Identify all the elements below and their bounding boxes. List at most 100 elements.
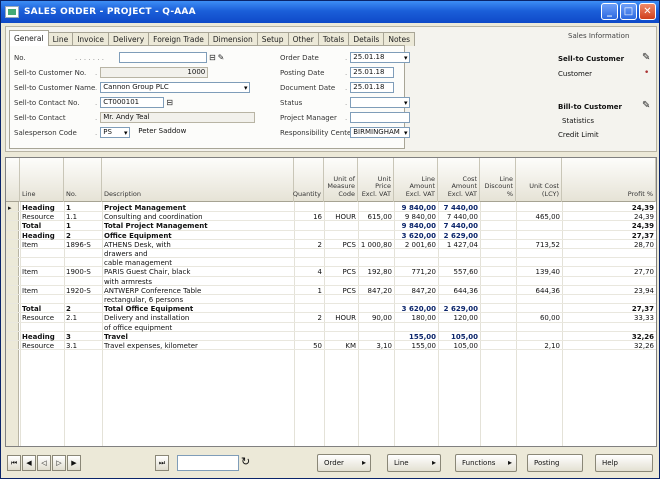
- cell-qty[interactable]: [294, 278, 324, 287]
- cell-price[interactable]: 3,10: [358, 342, 394, 351]
- cell-qty[interactable]: [294, 333, 324, 342]
- cell-uom[interactable]: [324, 305, 358, 314]
- cell-price[interactable]: [358, 222, 394, 231]
- close-button[interactable]: ✕: [639, 3, 656, 20]
- cell-cost[interactable]: [438, 259, 480, 268]
- cell-cost[interactable]: [438, 278, 480, 287]
- record-number-input[interactable]: [177, 455, 239, 471]
- cell-disc[interactable]: [480, 296, 516, 305]
- cell-desc[interactable]: ATHENS Desk, with: [102, 241, 294, 250]
- refresh-icon[interactable]: ↻: [241, 455, 250, 468]
- cell-price[interactable]: [358, 204, 394, 213]
- cell-mark[interactable]: [6, 333, 20, 342]
- cell-type[interactable]: Heading: [20, 333, 64, 342]
- first-record-button[interactable]: ⏮: [7, 455, 21, 471]
- posting-date-field[interactable]: 25.01.18: [350, 67, 395, 78]
- cell-cost[interactable]: 105,00: [438, 342, 480, 351]
- cell-no[interactable]: 2.1: [64, 314, 102, 323]
- column-header-11[interactable]: Profit %: [562, 158, 656, 202]
- side-item-bill-to-customer[interactable]: Bill-to Customer: [558, 103, 622, 111]
- cell-cost[interactable]: 7 440,00: [438, 204, 480, 213]
- cell-ucost[interactable]: 139,40: [516, 268, 562, 277]
- cell-type[interactable]: Item: [20, 287, 64, 296]
- tab-2[interactable]: Invoice: [72, 32, 110, 46]
- cell-amt[interactable]: 771,20: [394, 268, 438, 277]
- cell-uom[interactable]: [324, 250, 358, 259]
- cell-qty[interactable]: 1: [294, 287, 324, 296]
- cell-desc[interactable]: Total Project Management: [102, 222, 294, 231]
- next-page-button[interactable]: ▶: [67, 455, 81, 471]
- cell-price[interactable]: [358, 324, 394, 333]
- cell-price[interactable]: [358, 250, 394, 259]
- cell-desc[interactable]: PARIS Guest Chair, black: [102, 268, 294, 277]
- cell-cost[interactable]: 2 629,00: [438, 305, 480, 314]
- cell-mark[interactable]: [6, 324, 20, 333]
- cell-mark[interactable]: [6, 296, 20, 305]
- chevron-down-icon[interactable]: ▾: [401, 99, 410, 107]
- tab-3[interactable]: Delivery: [108, 32, 150, 46]
- tab-1[interactable]: Line: [47, 32, 74, 46]
- table-row[interactable]: Resource 2.1 Delivery and installation 2 HOU…: [6, 314, 656, 323]
- cell-type[interactable]: Heading: [20, 232, 64, 241]
- cell-profit[interactable]: 27,70: [562, 268, 656, 277]
- cell-mark[interactable]: [6, 287, 20, 296]
- cell-profit[interactable]: 24,39: [562, 222, 656, 231]
- cell-price[interactable]: [358, 232, 394, 241]
- cell-profit[interactable]: 33,33: [562, 314, 656, 323]
- document-date-field[interactable]: 25.01.18: [350, 82, 395, 93]
- prev-record-button[interactable]: ◁: [37, 455, 51, 471]
- cell-profit[interactable]: 28,70: [562, 241, 656, 250]
- table-row[interactable]: Resource 3.1 Travel expenses, kilometer 50 K…: [6, 342, 656, 351]
- title-bar[interactable]: SALES ORDER - PROJECT - Q-AAA _ □ ✕: [1, 1, 659, 23]
- cell-desc[interactable]: Delivery and installation: [102, 314, 294, 323]
- table-row[interactable]: Heading 2 Office Equipment 3 620,00 2 629,00…: [6, 232, 656, 241]
- cell-price[interactable]: [358, 305, 394, 314]
- cell-qty[interactable]: 50: [294, 342, 324, 351]
- cell-mark[interactable]: [6, 222, 20, 231]
- cell-no[interactable]: [64, 324, 102, 333]
- cell-type[interactable]: Item: [20, 268, 64, 277]
- table-row[interactable]: ▸ Heading 1 Project Management 9 840,00 7 440…: [6, 204, 656, 213]
- cell-mark[interactable]: [6, 213, 20, 222]
- cell-uom[interactable]: HOUR: [324, 213, 358, 222]
- cell-no[interactable]: 1920-S: [64, 287, 102, 296]
- cell-price[interactable]: 1 000,80: [358, 241, 394, 250]
- cell-price[interactable]: 90,00: [358, 314, 394, 323]
- cell-desc[interactable]: Office Equipment: [102, 232, 294, 241]
- cell-disc[interactable]: [480, 241, 516, 250]
- side-item-sell-to-customer[interactable]: Sell-to Customer: [558, 55, 624, 63]
- cell-disc[interactable]: [480, 222, 516, 231]
- chevron-down-icon[interactable]: ▾: [241, 84, 250, 92]
- sell-to-customer-name-field[interactable]: Cannon Group PLC: [100, 82, 251, 93]
- chevron-down-icon[interactable]: ▾: [401, 54, 410, 62]
- column-header-2[interactable]: No.: [64, 158, 102, 202]
- cell-uom[interactable]: [324, 296, 358, 305]
- cell-disc[interactable]: [480, 342, 516, 351]
- cell-amt[interactable]: 3 620,00: [394, 305, 438, 314]
- column-header-3[interactable]: Description: [102, 158, 294, 202]
- cell-ucost[interactable]: [516, 204, 562, 213]
- cell-no[interactable]: 1900-S: [64, 268, 102, 277]
- cell-uom[interactable]: [324, 278, 358, 287]
- cell-cost[interactable]: 1 427,04: [438, 241, 480, 250]
- table-row[interactable]: cable management: [6, 259, 656, 268]
- cell-amt[interactable]: [394, 296, 438, 305]
- tab-8[interactable]: Totals: [317, 32, 350, 46]
- table-row[interactable]: Total 1 Total Project Management 9 840,00 7 …: [6, 222, 656, 231]
- cell-type[interactable]: [20, 324, 64, 333]
- cell-profit[interactable]: [562, 250, 656, 259]
- cell-desc[interactable]: drawers and: [102, 250, 294, 259]
- cell-qty[interactable]: 2: [294, 314, 324, 323]
- cell-desc[interactable]: Consulting and coordination: [102, 213, 294, 222]
- cell-profit[interactable]: [562, 324, 656, 333]
- lookup-icon[interactable]: ⊟: [166, 98, 173, 107]
- cell-cost[interactable]: [438, 296, 480, 305]
- cell-amt[interactable]: 9 840,00: [394, 213, 438, 222]
- cell-type[interactable]: [20, 250, 64, 259]
- maximize-button[interactable]: □: [620, 3, 637, 20]
- cell-amt[interactable]: 3 620,00: [394, 232, 438, 241]
- cell-desc[interactable]: Project Management: [102, 204, 294, 213]
- functions-menu-button[interactable]: Functions ▸: [455, 454, 517, 472]
- cell-ucost[interactable]: 2,10: [516, 342, 562, 351]
- cell-amt[interactable]: 9 840,00: [394, 222, 438, 231]
